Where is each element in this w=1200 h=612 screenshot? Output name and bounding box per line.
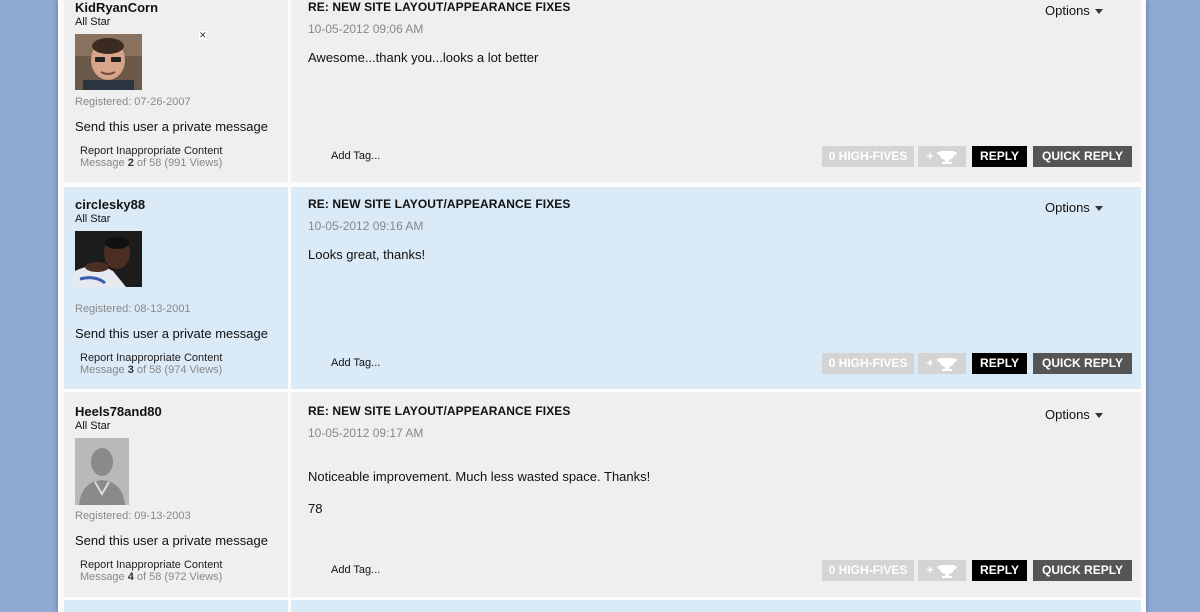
post-actions: 0 HIGH-FIVES + REPLY QUICK REPLY — [822, 353, 1132, 374]
post-actions: 0 HIGH-FIVES + REPLY QUICK REPLY — [822, 146, 1132, 167]
post-message-4: Heels78and80 All Star Registered: 09-13-… — [64, 392, 1141, 597]
author-panel: circlesky88 All Star Registered: 08-13-2… — [64, 187, 291, 389]
message-number: 4 — [127, 571, 134, 583]
high-fives-button[interactable]: 0 HIGH-FIVES — [822, 353, 914, 374]
avatar[interactable] — [75, 231, 142, 287]
post-body-line: Noticeable improvement. Much less wasted… — [308, 469, 651, 484]
author-panel: KidRyanCorn All Star ✕ Registered: 07-26… — [64, 0, 291, 182]
message-of: of 58 — [136, 571, 162, 583]
report-content-link[interactable]: Report Inappropriate Content — [80, 352, 222, 364]
quick-reply-button[interactable]: QUICK REPLY — [1033, 146, 1132, 167]
quick-reply-button[interactable]: QUICK REPLY — [1033, 353, 1132, 374]
message-label: Message — [80, 571, 125, 583]
post-date: 10-05-2012 09:16 AM — [308, 219, 424, 233]
message-of: of 58 — [136, 364, 162, 376]
add-tag-link[interactable]: Add Tag... — [331, 564, 380, 576]
give-high-five-button[interactable]: + — [918, 560, 966, 581]
post-body-line: Looks great, thanks! — [308, 247, 426, 262]
message-of: of 58 — [136, 157, 162, 169]
add-tag-link[interactable]: Add Tag... — [331, 357, 380, 369]
close-icon[interactable]: ✕ — [199, 31, 207, 40]
message-views: (974 Views) — [164, 364, 223, 376]
author-panel — [64, 600, 291, 612]
registered-date: Registered: 09-13-2003 — [75, 510, 191, 522]
message-count: Message 2 of 58 (991 Views) — [80, 157, 222, 169]
author-rank: All Star — [75, 420, 111, 432]
options-label: Options — [1045, 407, 1090, 422]
quick-reply-button[interactable]: QUICK REPLY — [1033, 560, 1132, 581]
author-username[interactable]: circlesky88 — [75, 197, 145, 212]
reply-button[interactable]: REPLY — [972, 353, 1027, 374]
private-message-link[interactable]: Send this user a private message — [75, 533, 268, 548]
options-label: Options — [1045, 200, 1090, 215]
options-label: Options — [1045, 3, 1090, 18]
options-menu[interactable]: Options — [1045, 200, 1103, 215]
post-title[interactable]: RE: NEW SITE LAYOUT/APPEARANCE FIXES — [308, 197, 571, 211]
author-panel: Heels78and80 All Star Registered: 09-13-… — [64, 392, 291, 597]
post-message-3: circlesky88 All Star Registered: 08-13-2… — [64, 187, 1141, 389]
plus-label: + — [926, 356, 934, 370]
post-content — [291, 600, 1141, 612]
post-content: RE: NEW SITE LAYOUT/APPEARANCE FIXES 10-… — [291, 392, 1141, 597]
chevron-down-icon — [1094, 206, 1103, 212]
forum-thread: KidRyanCorn All Star ✕ Registered: 07-26… — [58, 0, 1146, 612]
avatar[interactable] — [75, 438, 129, 505]
private-message-link[interactable]: Send this user a private message — [75, 326, 268, 341]
avatar[interactable] — [75, 34, 142, 90]
post-content: RE: NEW SITE LAYOUT/APPEARANCE FIXES 10-… — [291, 187, 1141, 389]
post-title[interactable]: RE: NEW SITE LAYOUT/APPEARANCE FIXES — [308, 404, 571, 418]
message-count: Message 4 of 58 (972 Views) — [80, 571, 222, 583]
post-actions: 0 HIGH-FIVES + REPLY QUICK REPLY — [822, 560, 1132, 581]
give-high-five-button[interactable]: + — [918, 146, 966, 167]
options-menu[interactable]: Options — [1045, 3, 1103, 18]
post-message-2: KidRyanCorn All Star ✕ Registered: 07-26… — [64, 0, 1141, 182]
message-views: (991 Views) — [164, 157, 223, 169]
post-body-line: Awesome...thank you...looks a lot better — [308, 50, 539, 65]
message-number: 2 — [127, 157, 134, 169]
post-date: 10-05-2012 09:06 AM — [308, 22, 424, 36]
report-content-link[interactable]: Report Inappropriate Content — [80, 145, 222, 157]
author-username[interactable]: Heels78and80 — [75, 404, 162, 419]
post-title[interactable]: RE: NEW SITE LAYOUT/APPEARANCE FIXES — [308, 0, 571, 14]
post-content: RE: NEW SITE LAYOUT/APPEARANCE FIXES 10-… — [291, 0, 1141, 182]
chevron-down-icon — [1094, 413, 1103, 419]
plus-label: + — [926, 149, 934, 163]
options-menu[interactable]: Options — [1045, 407, 1103, 422]
post-date: 10-05-2012 09:17 AM — [308, 426, 424, 440]
private-message-link[interactable]: Send this user a private message — [75, 119, 268, 134]
give-high-five-button[interactable]: + — [918, 353, 966, 374]
message-label: Message — [80, 157, 125, 169]
high-fives-button[interactable]: 0 HIGH-FIVES — [822, 560, 914, 581]
reply-button[interactable]: REPLY — [972, 146, 1027, 167]
report-content-link[interactable]: Report Inappropriate Content — [80, 559, 222, 571]
registered-date: Registered: 07-26-2007 — [75, 96, 191, 108]
high-fives-button[interactable]: 0 HIGH-FIVES — [822, 146, 914, 167]
author-username[interactable]: KidRyanCorn — [75, 0, 158, 15]
message-number: 3 — [127, 364, 134, 376]
registered-date: Registered: 08-13-2001 — [75, 303, 191, 315]
chevron-down-icon — [1094, 9, 1103, 15]
message-views: (972 Views) — [164, 571, 223, 583]
author-rank: All Star — [75, 213, 111, 225]
trophy-icon — [936, 357, 957, 371]
add-tag-link[interactable]: Add Tag... — [331, 150, 380, 162]
post-next-partial — [64, 600, 1141, 612]
trophy-icon — [936, 564, 957, 578]
reply-button[interactable]: REPLY — [972, 560, 1027, 581]
message-count: Message 3 of 58 (974 Views) — [80, 364, 222, 376]
post-body-line: 78 — [308, 501, 323, 516]
author-rank: All Star — [75, 16, 111, 28]
trophy-icon — [936, 150, 957, 164]
plus-label: + — [926, 563, 934, 577]
message-label: Message — [80, 364, 125, 376]
